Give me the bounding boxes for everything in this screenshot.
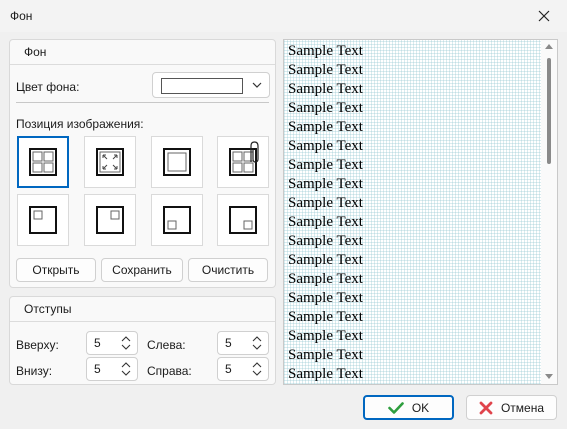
stretch-position-icon: [96, 148, 124, 176]
background-group-header: Фон: [10, 40, 275, 65]
color-select[interactable]: [152, 72, 270, 98]
sample-text-line: Sample Text: [288, 214, 363, 230]
background-preview: Sample Text Sample Text Sample Text Sample …: [283, 39, 558, 385]
sample-text-line: Sample Text: [288, 347, 363, 363]
margin-top-spinner[interactable]: 5: [86, 331, 138, 355]
margin-top-value: 5: [94, 336, 101, 350]
sample-text-line: Sample Text: [288, 366, 363, 382]
sample-text-line: Sample Text: [288, 43, 363, 59]
sample-text-line: Sample Text: [288, 138, 363, 154]
margin-right-label: Справа:: [147, 364, 192, 378]
margin-right-value: 5: [225, 362, 232, 376]
sample-text-line: Sample Text: [288, 100, 363, 116]
bottom-left-position-icon: [163, 206, 191, 234]
sample-text-line: Sample Text: [288, 328, 363, 344]
margin-bottom-value: 5: [94, 362, 101, 376]
save-button[interactable]: Сохранить: [101, 258, 183, 282]
title-bar: Фон: [0, 0, 567, 32]
sample-text-line: Sample Text: [288, 309, 363, 325]
sample-text-line: Sample Text: [288, 176, 363, 192]
ok-button[interactable]: OK: [363, 395, 454, 420]
cancel-button-label: Отмена: [500, 400, 545, 415]
color-label: Цвет фона:: [16, 80, 80, 94]
sample-text-line: Sample Text: [288, 81, 363, 97]
position-top-right-button[interactable]: [84, 194, 136, 246]
clear-button[interactable]: Очистить: [188, 258, 268, 282]
margins-group-header: Отступы: [10, 297, 275, 322]
save-button-label: Сохранить: [112, 263, 172, 277]
position-label: Позиция изображения:: [16, 117, 144, 131]
background-group-title: Фон: [24, 45, 47, 59]
margin-left-label: Слева:: [147, 338, 186, 352]
margin-right-spinner[interactable]: 5: [217, 357, 269, 381]
window-title: Фон: [10, 9, 33, 23]
position-tile-button[interactable]: [17, 136, 69, 188]
margin-top-label: Вверху:: [16, 338, 59, 352]
center-position-icon: [163, 148, 191, 176]
position-top-left-button[interactable]: [17, 194, 69, 246]
position-tile-clip-button[interactable]: [217, 136, 269, 188]
clear-button-label: Очистить: [201, 263, 255, 277]
open-button[interactable]: Открыть: [16, 258, 96, 282]
check-icon: [388, 401, 404, 414]
position-center-button[interactable]: [151, 136, 203, 188]
chevron-down-icon: [252, 82, 262, 88]
sample-text-line: Sample Text: [288, 233, 363, 249]
spinner-arrows-icon: [252, 362, 262, 376]
separator: [16, 102, 269, 103]
scroll-thumb[interactable]: [547, 58, 551, 164]
sample-text-line: Sample Text: [288, 119, 363, 135]
close-icon: [538, 10, 550, 22]
sample-text-line: Sample Text: [288, 271, 363, 287]
bottom-right-position-icon: [229, 206, 257, 234]
sample-text-line: Sample Text: [288, 195, 363, 211]
margin-bottom-label: Внизу:: [16, 364, 53, 378]
scroll-up-icon[interactable]: [545, 44, 553, 49]
color-swatch: [161, 78, 243, 94]
ok-button-label: OK: [411, 400, 430, 415]
margins-group-title: Отступы: [24, 302, 72, 316]
cancel-button[interactable]: Отмена: [466, 395, 557, 420]
sample-text-line: Sample Text: [288, 290, 363, 306]
position-stretch-button[interactable]: [84, 136, 136, 188]
top-right-position-icon: [96, 206, 124, 234]
position-bottom-left-button[interactable]: [151, 194, 203, 246]
margin-left-spinner[interactable]: 5: [217, 331, 269, 355]
margin-left-value: 5: [225, 336, 232, 350]
tile-position-icon: [29, 148, 57, 176]
sample-text-line: Sample Text: [288, 157, 363, 173]
spinner-arrows-icon: [252, 336, 262, 350]
sample-text-line: Sample Text: [288, 62, 363, 78]
tile-clip-position-icon: [229, 141, 259, 176]
preview-scrollbar[interactable]: [541, 40, 557, 384]
margin-bottom-spinner[interactable]: 5: [86, 357, 138, 381]
spinner-arrows-icon: [121, 336, 131, 350]
spinner-arrows-icon: [121, 362, 131, 376]
close-button[interactable]: [521, 0, 567, 32]
scroll-down-icon[interactable]: [545, 374, 553, 379]
open-button-label: Открыть: [32, 263, 80, 277]
top-left-position-icon: [29, 206, 57, 234]
cancel-x-icon: [479, 401, 493, 414]
sample-text-line: Sample Text: [288, 252, 363, 268]
position-bottom-right-button[interactable]: [217, 194, 269, 246]
